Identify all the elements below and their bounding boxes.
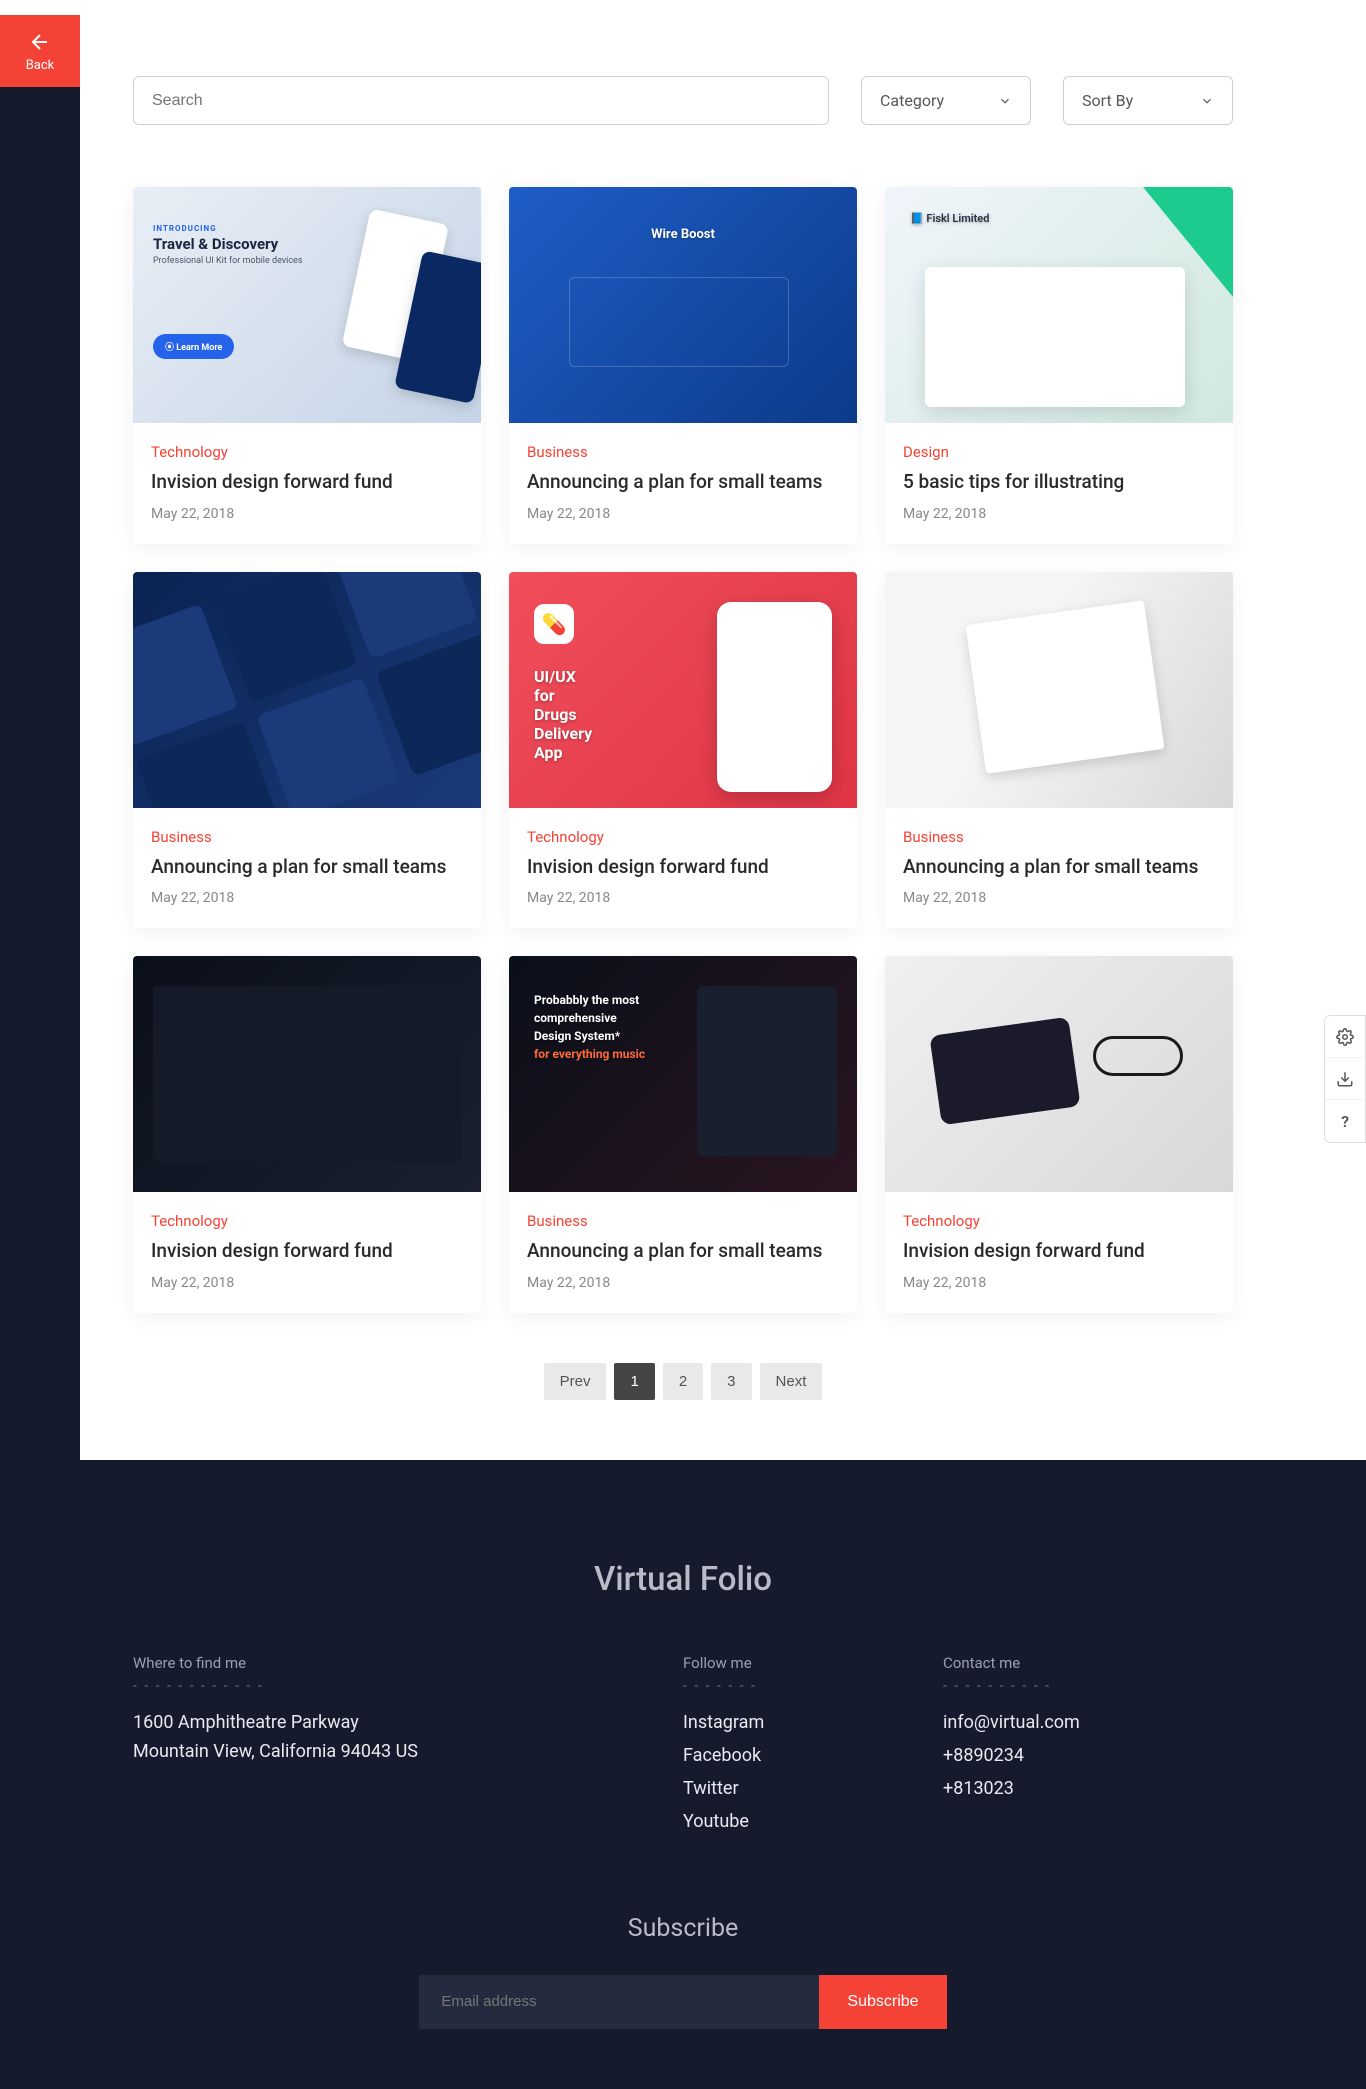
- card-date: May 22, 2018: [151, 506, 463, 522]
- card-category: Business: [527, 1212, 839, 1230]
- card-thumbnail: [885, 572, 1233, 808]
- help-tool[interactable]: ?: [1325, 1100, 1365, 1142]
- contact-phone-1[interactable]: +8890234: [943, 1745, 1183, 1766]
- subscribe-form: Subscribe: [133, 1975, 1233, 2029]
- card-title: 5 basic tips for illustrating: [903, 469, 1215, 496]
- card-thumbnail: Wire Boost: [509, 187, 857, 423]
- footer: Virtual Folio Where to find me - - - - -…: [0, 1460, 1366, 2089]
- page-1[interactable]: 1: [614, 1363, 654, 1400]
- card-category: Design: [903, 443, 1215, 461]
- card-date: May 22, 2018: [527, 1275, 839, 1291]
- card-title: Announcing a plan for small teams: [527, 469, 839, 496]
- contact-phone-2[interactable]: +813023: [943, 1778, 1183, 1799]
- card-date: May 22, 2018: [527, 506, 839, 522]
- card-category: Business: [151, 828, 463, 846]
- pagination: Prev 1 2 3 Next: [133, 1363, 1233, 1400]
- subscribe-heading: Subscribe: [133, 1914, 1233, 1943]
- sort-label: Sort By: [1082, 91, 1133, 110]
- blog-card[interactable]: 💊UI/UXforDrugsDeliveryApp Technology Inv…: [509, 572, 857, 929]
- card-thumbnail: Probabbly the mostcomprehensiveDesign Sy…: [509, 956, 857, 1192]
- card-grid: INTRODUCINGTravel & DiscoveryProfessiona…: [133, 187, 1233, 1313]
- gear-icon: [1336, 1028, 1354, 1046]
- sort-dropdown[interactable]: Sort By: [1063, 76, 1233, 125]
- page-next[interactable]: Next: [760, 1363, 823, 1400]
- card-title: Invision design forward fund: [903, 1238, 1215, 1265]
- card-category: Technology: [151, 443, 463, 461]
- footer-logo: Virtual Folio: [133, 1560, 1233, 1599]
- sidebar-dark: [0, 87, 80, 2042]
- card-date: May 22, 2018: [903, 1275, 1215, 1291]
- side-toolbar: ?: [1324, 1015, 1366, 1143]
- card-date: May 22, 2018: [903, 506, 1215, 522]
- card-title: Announcing a plan for small teams: [151, 854, 463, 881]
- card-thumbnail: 📘 Fiskl Limited: [885, 187, 1233, 423]
- chevron-down-icon: [1200, 94, 1214, 108]
- social-facebook[interactable]: Facebook: [683, 1745, 883, 1766]
- follow-heading: Follow me: [683, 1654, 883, 1672]
- footer-contact-col: Contact me - - - - - - - - - - info@virt…: [943, 1654, 1183, 1844]
- blog-card[interactable]: Technology Invision design forward fund …: [133, 956, 481, 1313]
- card-category: Technology: [527, 828, 839, 846]
- find-heading: Where to find me: [133, 1654, 553, 1672]
- category-dropdown[interactable]: Category: [861, 76, 1031, 125]
- arrow-left-icon: [28, 30, 52, 54]
- chevron-down-icon: [998, 94, 1012, 108]
- search-input[interactable]: [133, 76, 829, 125]
- card-thumbnail: [133, 956, 481, 1192]
- card-category: Business: [903, 828, 1215, 846]
- card-date: May 22, 2018: [151, 1275, 463, 1291]
- back-button[interactable]: Back: [0, 15, 80, 87]
- download-icon: [1336, 1070, 1354, 1088]
- card-title: Invision design forward fund: [151, 469, 463, 496]
- card-category: Technology: [151, 1212, 463, 1230]
- subscribe-button[interactable]: Subscribe: [819, 1975, 946, 2029]
- contact-heading: Contact me: [943, 1654, 1183, 1672]
- footer-address-col: Where to find me - - - - - - - - - - - -…: [133, 1654, 553, 1844]
- blog-card[interactable]: INTRODUCINGTravel & DiscoveryProfessiona…: [133, 187, 481, 544]
- blog-card[interactable]: Business Announcing a plan for small tea…: [885, 572, 1233, 929]
- blog-card[interactable]: Wire Boost Business Announcing a plan fo…: [509, 187, 857, 544]
- blog-card[interactable]: 📘 Fiskl Limited Design 5 basic tips for …: [885, 187, 1233, 544]
- card-thumbnail: [885, 956, 1233, 1192]
- download-tool[interactable]: [1325, 1058, 1365, 1100]
- back-label: Back: [26, 58, 55, 73]
- address-line-2: Mountain View, California 94043 US: [133, 1741, 553, 1762]
- card-thumbnail: 💊UI/UXforDrugsDeliveryApp: [509, 572, 857, 808]
- question-icon: ?: [1341, 1112, 1349, 1131]
- settings-tool[interactable]: [1325, 1016, 1365, 1058]
- footer-social-col: Follow me - - - - - - - Instagram Facebo…: [683, 1654, 883, 1844]
- card-category: Business: [527, 443, 839, 461]
- card-title: Invision design forward fund: [527, 854, 839, 881]
- social-twitter[interactable]: Twitter: [683, 1778, 883, 1799]
- blog-card[interactable]: Probabbly the mostcomprehensiveDesign Sy…: [509, 956, 857, 1313]
- category-label: Category: [880, 91, 944, 110]
- contact-email[interactable]: info@virtual.com: [943, 1712, 1183, 1733]
- address-line-1: 1600 Amphitheatre Parkway: [133, 1712, 553, 1733]
- page-prev[interactable]: Prev: [544, 1363, 607, 1400]
- page-3[interactable]: 3: [711, 1363, 751, 1400]
- card-title: Announcing a plan for small teams: [903, 854, 1215, 881]
- card-category: Technology: [903, 1212, 1215, 1230]
- card-thumbnail: INTRODUCINGTravel & DiscoveryProfessiona…: [133, 187, 481, 423]
- card-date: May 22, 2018: [903, 890, 1215, 906]
- card-date: May 22, 2018: [151, 890, 463, 906]
- social-youtube[interactable]: Youtube: [683, 1811, 883, 1832]
- card-date: May 22, 2018: [527, 890, 839, 906]
- email-input[interactable]: [419, 1975, 819, 2029]
- card-title: Invision design forward fund: [151, 1238, 463, 1265]
- card-thumbnail: [133, 572, 481, 808]
- filter-controls: Category Sort By: [133, 76, 1233, 125]
- page-2[interactable]: 2: [663, 1363, 703, 1400]
- social-instagram[interactable]: Instagram: [683, 1712, 883, 1733]
- blog-card[interactable]: Technology Invision design forward fund …: [885, 956, 1233, 1313]
- blog-card[interactable]: Business Announcing a plan for small tea…: [133, 572, 481, 929]
- card-title: Announcing a plan for small teams: [527, 1238, 839, 1265]
